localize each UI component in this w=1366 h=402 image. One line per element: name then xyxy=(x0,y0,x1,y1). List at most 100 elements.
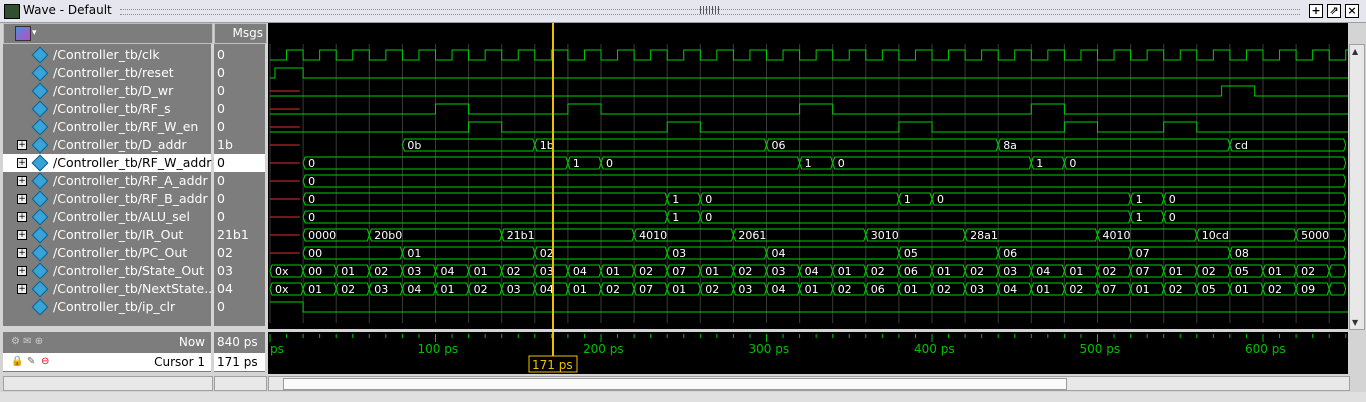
signal-value-cell[interactable]: 0 xyxy=(214,190,265,208)
signal-diamond-icon xyxy=(31,226,49,244)
signal-row[interactable]: /Controller_tb/D_wr xyxy=(3,82,211,100)
expand-icon[interactable]: + xyxy=(17,158,27,168)
signal-name: /Controller_tb/D_wr xyxy=(53,83,174,98)
signal-row[interactable]: + /Controller_tb/State_Out xyxy=(3,262,211,280)
signal-row[interactable]: /Controller_tb/RF_s xyxy=(3,100,211,118)
signal-value-cell[interactable]: 0 xyxy=(214,100,265,118)
expand-icon[interactable]: + xyxy=(17,230,27,240)
bus-value-label: 01 xyxy=(838,265,852,278)
bus-segment xyxy=(1328,264,1347,278)
signal-value: 0 xyxy=(217,209,225,224)
signal-row[interactable]: + /Controller_tb/NextState... xyxy=(3,280,216,298)
signal-row[interactable]: + /Controller_tb/PC_Out xyxy=(3,244,211,262)
dock-button[interactable]: + xyxy=(1309,4,1323,18)
time-tick-label: 600 ps xyxy=(1245,342,1286,356)
signal-value-cell[interactable]: 04 xyxy=(214,280,265,298)
names-hscrollbar[interactable] xyxy=(3,376,213,391)
cursor-1-label: Cursor 1 xyxy=(154,355,205,369)
bus-value-label: 2061 xyxy=(738,229,766,242)
expand-icon[interactable]: + xyxy=(17,212,27,222)
signal-row[interactable]: + /Controller_tb/D_addr xyxy=(3,136,211,154)
signal-value-cell[interactable]: 0 xyxy=(214,298,265,316)
names-column-header[interactable]: ▾ xyxy=(3,23,213,44)
vertical-scrollbar[interactable]: ▲ ▼ xyxy=(1349,44,1365,330)
signal-name: /Controller_tb/RF_A_addr xyxy=(53,173,208,188)
cursor-1-value-cell[interactable]: 171 ps xyxy=(214,353,265,371)
signal-value-cell[interactable]: 0 xyxy=(214,154,265,172)
wave-hscroll-thumb[interactable] xyxy=(283,378,1067,390)
signal-value-cell[interactable]: 0 xyxy=(214,46,265,64)
bus-segment xyxy=(1063,156,1347,170)
wave-options-icon[interactable] xyxy=(15,26,31,41)
signal-value: 1b xyxy=(217,137,233,152)
cursor-1-row[interactable]: 🔒 ✎ ⊖ Cursor 1 xyxy=(3,353,211,371)
lock-icon[interactable]: 🔒 xyxy=(11,353,23,371)
values-hscrollbar[interactable] xyxy=(214,376,267,391)
scroll-down-icon[interactable]: ▼ xyxy=(1352,318,1360,327)
signal-value: 04 xyxy=(217,281,233,296)
signal-value-cell[interactable]: 0 xyxy=(214,172,265,190)
time-ruler[interactable]: ps 100 ps 200 ps 300 ps 400 ps 500 ps 600 ps 17… xyxy=(268,332,1348,374)
signal-value-cell[interactable]: 03 xyxy=(214,262,265,280)
signal-value: 0 xyxy=(217,65,225,80)
signal-values-panel[interactable]: 0 0 0 0 0 1b 0 0 0 0 21b1 02 03 04 0 xyxy=(214,44,265,326)
bus-value-label: 1 xyxy=(1136,193,1143,206)
now-value: 840 ps xyxy=(217,335,258,349)
bus-value-label: cd xyxy=(1235,139,1248,152)
bus-segment xyxy=(534,138,768,152)
bus-value-label: 0 xyxy=(1169,211,1176,224)
bus-value-label: 02 xyxy=(474,283,488,296)
drag-handle-icon[interactable] xyxy=(700,6,720,14)
expand-icon[interactable]: + xyxy=(17,266,27,276)
bus-value-label: 01 xyxy=(937,265,951,278)
expand-icon[interactable]: + xyxy=(17,194,27,204)
wave-hscrollbar[interactable] xyxy=(268,376,1350,391)
bus-value-label: 0 xyxy=(705,211,712,224)
bus-value-label: 02 xyxy=(1202,265,1216,278)
bus-value-label: 02 xyxy=(705,283,719,296)
bus-value-label: 1 xyxy=(672,193,679,206)
signal-row[interactable]: /Controller_tb/ip_clr xyxy=(3,298,211,316)
msgs-column-header[interactable]: Msgs xyxy=(214,23,267,44)
signal-trace xyxy=(270,49,1348,61)
expand-icon[interactable]: + xyxy=(17,248,27,258)
signal-value-cell[interactable]: 0 xyxy=(214,82,265,100)
signal-row[interactable]: /Controller_tb/reset xyxy=(3,64,211,82)
now-label: Now xyxy=(178,335,205,349)
signal-row[interactable]: /Controller_tb/RF_W_en xyxy=(3,118,211,136)
signal-row[interactable]: /Controller_tb/clk xyxy=(3,46,211,64)
expand-icon[interactable]: + xyxy=(17,176,27,186)
bus-value-label: 02 xyxy=(1103,265,1117,278)
bus-value-label: 02 xyxy=(540,247,554,260)
expand-icon[interactable]: + xyxy=(17,140,27,150)
bus-value-label: 01 xyxy=(1169,265,1183,278)
signal-row[interactable]: + /Controller_tb/RF_W_addr xyxy=(3,154,211,172)
cursor-tools-icon[interactable]: ⚙ ✉ ⊕ xyxy=(11,336,43,347)
signal-row[interactable]: + /Controller_tb/RF_B_addr xyxy=(3,190,211,208)
signal-value-cell[interactable]: 02 xyxy=(214,244,265,262)
chevron-down-icon[interactable]: ▾ xyxy=(32,28,37,38)
signal-row[interactable]: + /Controller_tb/IR_Out xyxy=(3,226,211,244)
signal-name: /Controller_tb/ip_clr xyxy=(53,299,176,314)
signal-value-cell[interactable]: 0 xyxy=(214,64,265,82)
scroll-up-icon[interactable]: ▲ xyxy=(1352,47,1360,56)
window-title: Wave - Default xyxy=(23,3,112,17)
close-button[interactable]: × xyxy=(1345,4,1359,18)
signal-diamond-icon xyxy=(31,208,49,226)
signal-name: /Controller_tb/NextState... xyxy=(53,281,217,296)
waveform-canvas[interactable]: 0b 1b 06 8a cd 0 1 0 1 0 1 0 0 0 1 0 1 0 1 0 0 1 0 1 0 0000 20b0 21… xyxy=(268,23,1348,329)
bus-value-label: 03 xyxy=(772,265,786,278)
bus-value-label: 01 xyxy=(805,283,819,296)
signal-value-cell[interactable]: 0 xyxy=(214,118,265,136)
signal-row[interactable]: + /Controller_tb/ALU_sel xyxy=(3,208,211,226)
remove-cursor-icon[interactable]: ⊖ xyxy=(41,353,49,371)
expand-icon[interactable]: + xyxy=(17,284,27,294)
signal-row[interactable]: + /Controller_tb/RF_A_addr xyxy=(3,172,211,190)
wrench-icon[interactable]: ✎ xyxy=(27,353,35,371)
undock-button[interactable]: ⇗ xyxy=(1327,4,1341,18)
signal-names-panel[interactable]: /Controller_tb/clk/Controller_tb/reset/C… xyxy=(3,44,216,326)
signal-value-cell[interactable]: 21b1 xyxy=(214,226,265,244)
signal-value-cell[interactable]: 1b xyxy=(214,136,265,154)
signal-diamond-icon xyxy=(31,64,49,82)
signal-value-cell[interactable]: 0 xyxy=(214,208,265,226)
